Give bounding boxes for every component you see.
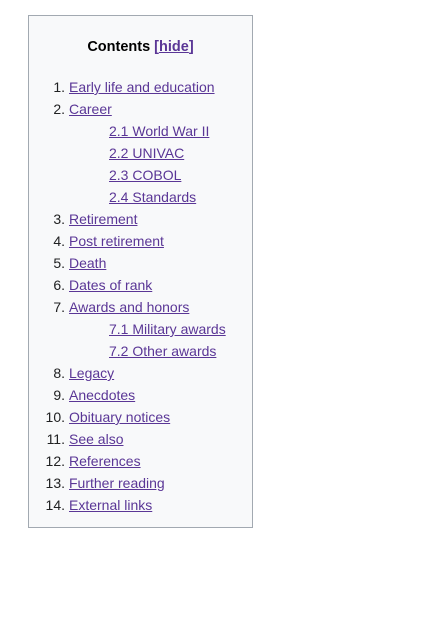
toc-item-legacy: 8. Legacy xyxy=(29,363,252,385)
toc-link-dates-of-rank[interactable]: Dates of rank xyxy=(69,275,152,295)
toc-item-number: 9. xyxy=(53,387,65,403)
toc-item-external-links: 14. External links xyxy=(29,495,252,517)
toc-item-obituary-notices: 10. Obituary notices xyxy=(29,407,252,429)
toc-item-anecdotes: 9. Anecdotes xyxy=(29,385,252,407)
toc-link-early-life[interactable]: Early life and education xyxy=(69,77,215,97)
toc-item-number: 4. xyxy=(53,233,65,249)
toc-item-number: 13. xyxy=(45,475,65,491)
toc-item-early-life: 1. Early life and education xyxy=(29,77,252,99)
toc-link-post-retirement[interactable]: Post retirement xyxy=(69,231,164,251)
toc-list: 1. Early life and education 2. Career 2.… xyxy=(29,77,252,517)
toc-item-number: 6. xyxy=(53,277,65,293)
toc-item-retirement: 3. Retirement xyxy=(29,209,252,231)
toc-subitem-world-war-ii: 2.1 World War II xyxy=(29,121,252,143)
toc-title: Contents xyxy=(87,39,151,55)
toc-link-see-also[interactable]: See also xyxy=(69,429,123,449)
toc-link-cobol[interactable]: 2.3 COBOL xyxy=(109,165,181,185)
toc-item-post-retirement: 4. Post retirement xyxy=(29,231,252,253)
toc-link-univac[interactable]: 2.2 UNIVAC xyxy=(109,143,184,163)
toc-link-world-war-ii[interactable]: 2.1 World War II xyxy=(109,121,209,141)
toc-item-dates-of-rank: 6. Dates of rank xyxy=(29,275,252,297)
table-of-contents: Contents [hide] 1. Early life and educat… xyxy=(28,15,253,528)
toc-link-references[interactable]: References xyxy=(69,451,141,471)
toc-item-number: 5. xyxy=(53,255,65,271)
toc-item-number: 11. xyxy=(46,431,65,447)
hide-toc-link[interactable]: hide xyxy=(159,39,189,55)
toc-subitem-military-awards: 7.1 Military awards xyxy=(29,319,252,341)
toc-heading: Contents [hide] xyxy=(29,38,252,56)
toc-item-awards-and-honors: 7. Awards and honors xyxy=(29,297,252,319)
toc-link-retirement[interactable]: Retirement xyxy=(69,209,137,229)
toc-item-number: 1. xyxy=(53,79,65,95)
toc-item-number: 3. xyxy=(53,211,65,227)
toc-item-number: 14. xyxy=(45,497,65,513)
toc-link-career[interactable]: Career xyxy=(69,99,112,119)
hide-bracket-open: [ xyxy=(150,39,160,55)
toc-link-obituary-notices[interactable]: Obituary notices xyxy=(69,407,170,427)
toc-link-legacy[interactable]: Legacy xyxy=(69,363,114,383)
toc-link-standards[interactable]: 2.4 Standards xyxy=(109,187,196,207)
toc-link-other-awards[interactable]: 7.2 Other awards xyxy=(109,341,216,361)
toc-link-further-reading[interactable]: Further reading xyxy=(69,473,165,493)
toc-item-death: 5. Death xyxy=(29,253,252,275)
toc-item-number: 10. xyxy=(45,409,65,425)
toc-subitem-cobol: 2.3 COBOL xyxy=(29,165,252,187)
toc-item-career: 2. Career xyxy=(29,99,252,121)
toc-link-death[interactable]: Death xyxy=(69,253,106,273)
toc-item-number: 8. xyxy=(53,365,65,381)
toc-item-number: 7. xyxy=(53,299,65,315)
toc-link-anecdotes[interactable]: Anecdotes xyxy=(69,385,135,405)
toc-link-awards-and-honors[interactable]: Awards and honors xyxy=(69,297,189,317)
toc-item-number: 2. xyxy=(53,101,65,117)
toc-item-see-also: 11. See also xyxy=(29,429,252,451)
toc-item-references: 12. References xyxy=(29,451,252,473)
toc-subitem-standards: 2.4 Standards xyxy=(29,187,252,209)
toc-subitem-univac: 2.2 UNIVAC xyxy=(29,143,252,165)
toc-subitem-other-awards: 7.2 Other awards xyxy=(29,341,252,363)
toc-link-external-links[interactable]: External links xyxy=(69,495,152,515)
hide-bracket-close: ] xyxy=(188,39,194,55)
toc-item-number: 12. xyxy=(45,453,65,469)
toc-item-further-reading: 13. Further reading xyxy=(29,473,252,495)
toc-link-military-awards[interactable]: 7.1 Military awards xyxy=(109,319,226,339)
